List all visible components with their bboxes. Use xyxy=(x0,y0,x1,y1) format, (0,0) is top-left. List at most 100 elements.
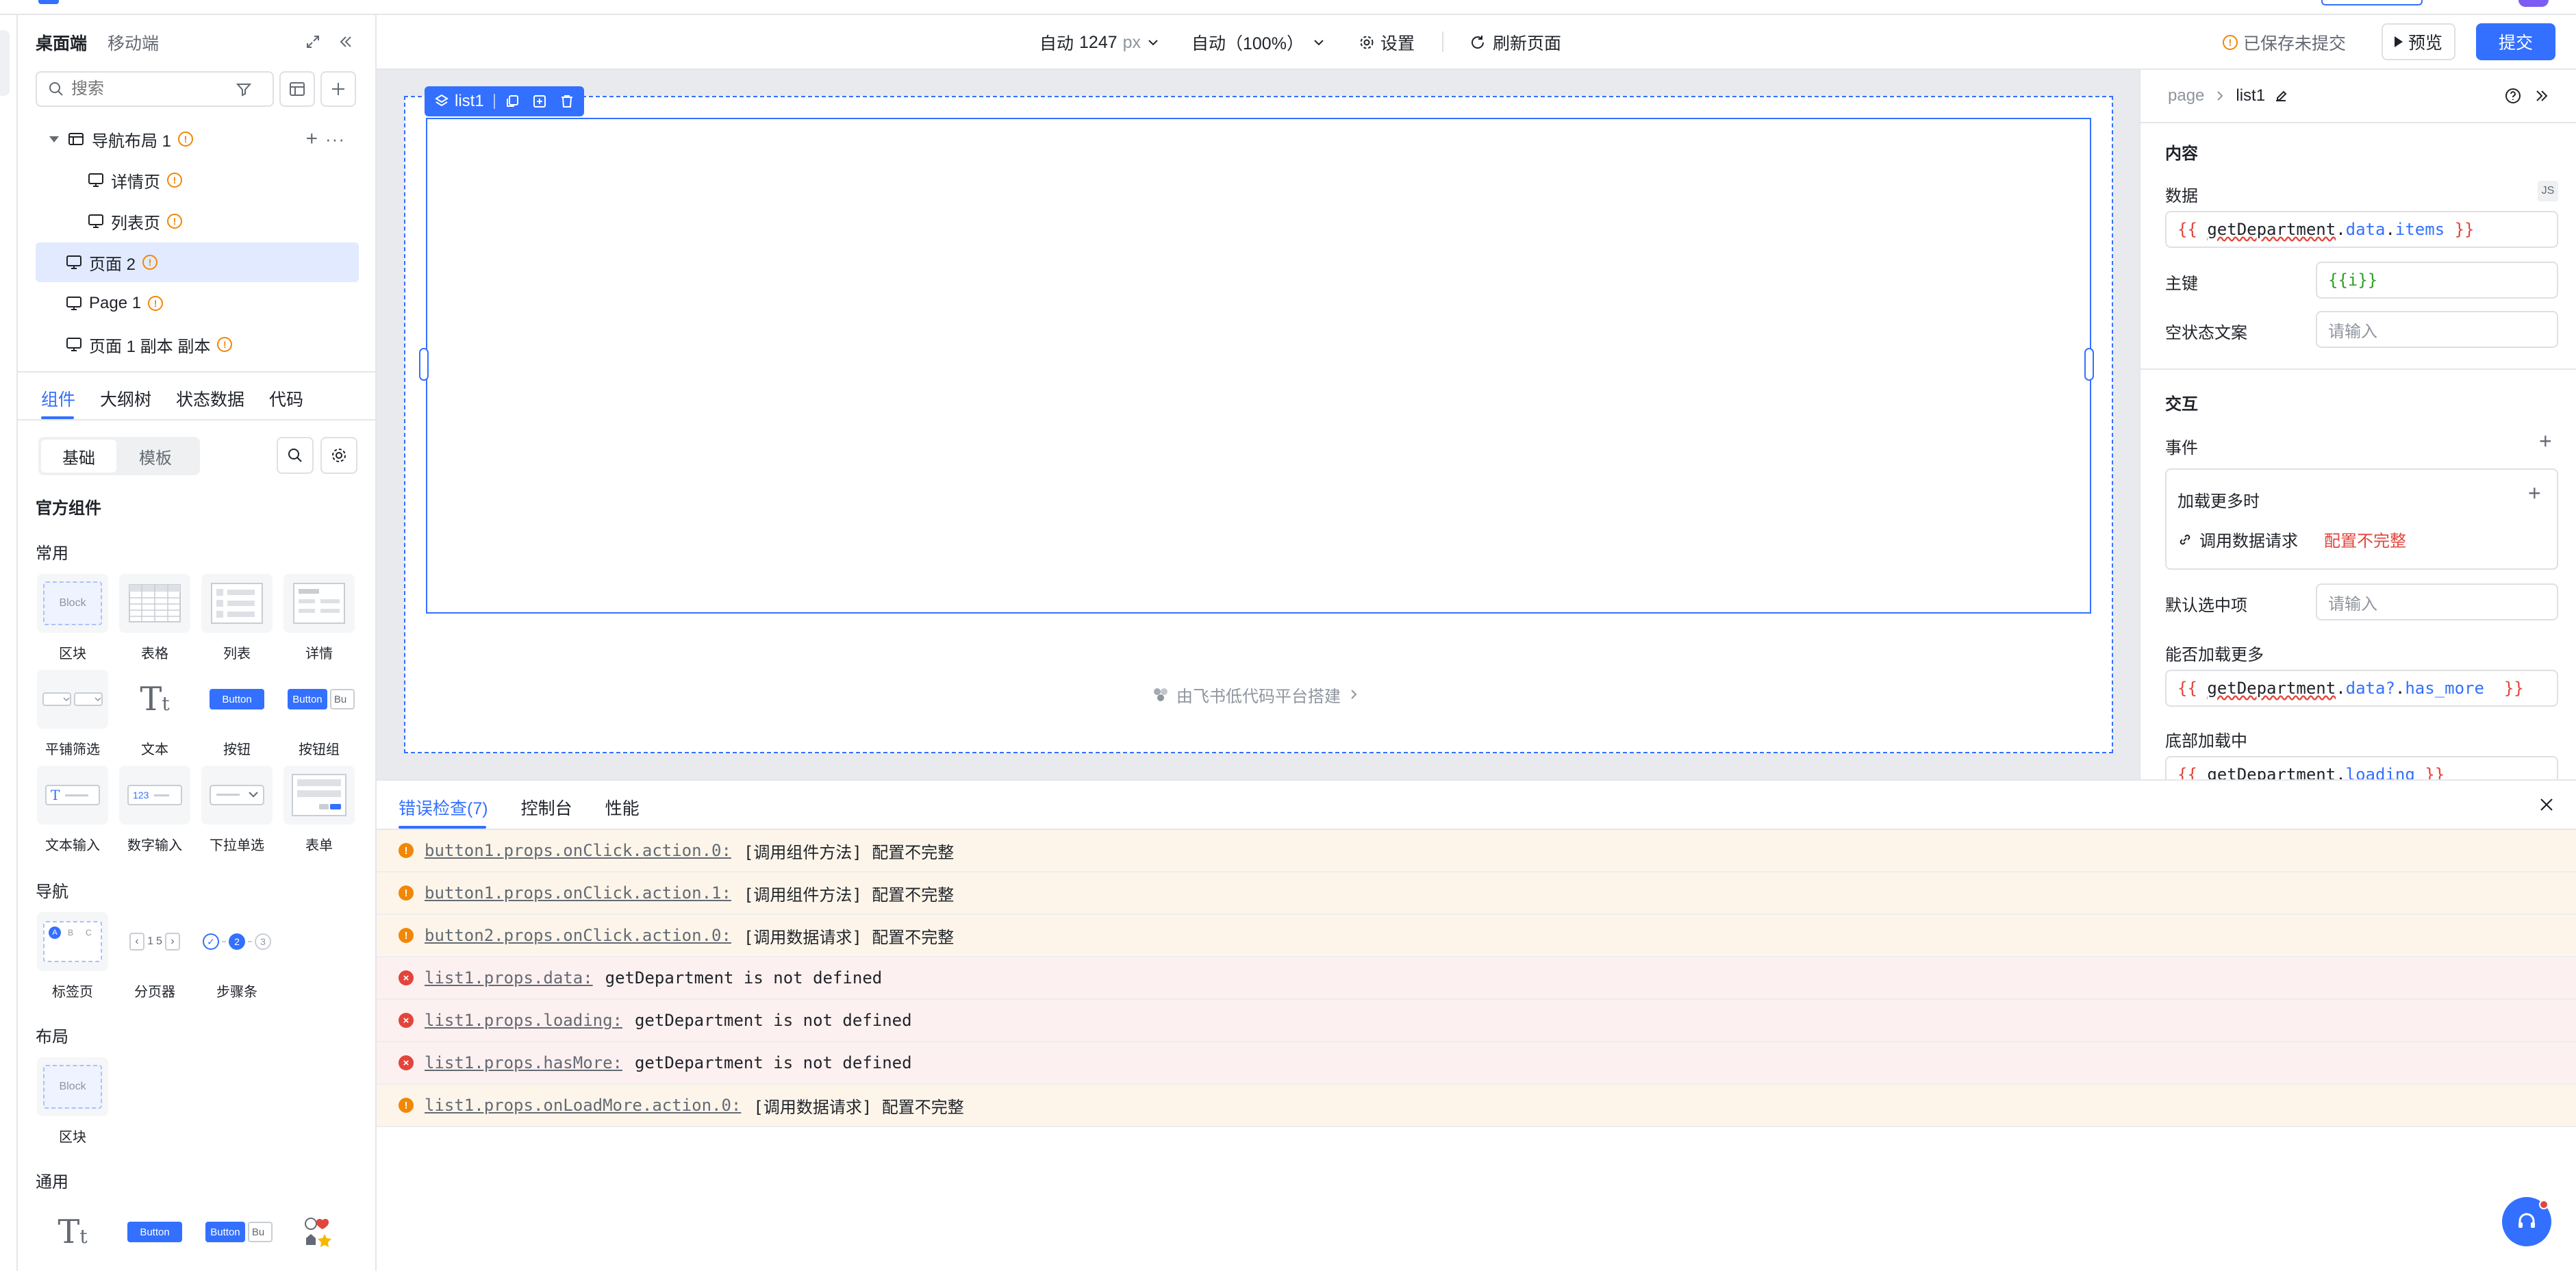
collapse-right-icon[interactable] xyxy=(2534,88,2550,104)
search-box[interactable] xyxy=(36,71,274,107)
error-path-link[interactable]: list1.props.data: xyxy=(425,968,593,987)
component-button-group[interactable]: Button Bu 按钮组 xyxy=(282,670,356,758)
refresh-page-button[interactable]: 刷新页面 xyxy=(1469,27,1561,58)
expr-brace: {{ xyxy=(2177,765,2208,779)
width-selector[interactable]: 自动 1247 px xyxy=(1039,27,1160,58)
expand-icon[interactable] xyxy=(301,30,325,53)
event-card[interactable]: 加载更多时 + 调用数据请求 配置不完整 xyxy=(2165,468,2558,570)
error-path-link[interactable]: list1.props.loading: xyxy=(425,1011,622,1030)
component-toolbar[interactable]: list1 xyxy=(425,86,584,116)
top-action-button[interactable] xyxy=(2321,0,2423,5)
page-tree-item[interactable]: Page 1 ! xyxy=(36,284,359,323)
add-event-icon[interactable]: + xyxy=(2539,429,2552,454)
component-label: 按钮组 xyxy=(299,742,340,757)
help-icon[interactable] xyxy=(2505,88,2521,104)
tab-components[interactable]: 组件 xyxy=(41,386,75,411)
page-tree-item-selected[interactable]: 页面 2 ! xyxy=(36,242,359,282)
error-path-link[interactable]: list1.props.onLoadMore.action.0: xyxy=(425,1096,741,1115)
component-general-button[interactable]: Button xyxy=(118,1203,192,1261)
component-tabs[interactable]: AB C 标签页 xyxy=(36,912,110,1001)
error-row[interactable]: × list1.props.data: getDepartment is not… xyxy=(377,957,2576,1000)
component-steps[interactable]: ✓ 2 3 步骤条 xyxy=(200,912,274,1001)
component-settings-button[interactable] xyxy=(320,437,357,474)
resize-handle-right[interactable] xyxy=(2084,348,2094,381)
page-tree-item[interactable]: 列表页 ! xyxy=(36,201,359,241)
collapse-panel-icon[interactable] xyxy=(334,30,357,53)
user-avatar[interactable] xyxy=(2518,0,2549,7)
submit-button[interactable]: 提交 xyxy=(2476,23,2555,60)
platform-credit-link[interactable]: 由飞书低代码平台搭建 xyxy=(1152,682,1360,707)
component-general-icon[interactable] xyxy=(282,1203,356,1261)
add-page-button[interactable] xyxy=(320,71,356,107)
component-button[interactable]: Button 按钮 xyxy=(200,670,274,758)
page-tree-item[interactable]: 页面 1 副本 副本 ! xyxy=(36,325,359,364)
error-row[interactable]: ! list1.props.onLoadMore.action.0: [调用数据… xyxy=(377,1085,2576,1127)
component-number-input[interactable]: 123 数字输入 xyxy=(118,766,192,854)
error-row[interactable]: × list1.props.hasMore: getDepartment is … xyxy=(377,1042,2576,1085)
page-tree-item[interactable]: 导航布局 1 ! + ··· xyxy=(36,119,359,159)
expr-brace: {{ xyxy=(2177,679,2208,698)
component-general-button-group[interactable]: Button Bu xyxy=(200,1203,274,1261)
delete-icon[interactable] xyxy=(559,94,574,109)
strip-item[interactable] xyxy=(0,30,10,96)
tab-desktop[interactable]: 桌面端 xyxy=(36,30,87,55)
error-path-link[interactable]: button1.props.onClick.action.1: xyxy=(425,883,731,903)
event-action-label[interactable]: 调用数据请求 xyxy=(2199,527,2298,551)
tab-code[interactable]: 代码 xyxy=(269,386,303,411)
tab-outline[interactable]: 大纲树 xyxy=(100,386,151,411)
error-path-link[interactable]: button1.props.onClick.action.0: xyxy=(425,841,731,860)
tab-error-check[interactable]: 错误检查(7) xyxy=(399,795,488,820)
default-selected-input[interactable]: 请输入 xyxy=(2316,583,2558,620)
data-expression-input[interactable]: {{ getDepartment. data. items }} xyxy=(2165,211,2558,248)
error-path-link[interactable]: button2.props.onClick.action.0: xyxy=(425,926,731,945)
component-select[interactable]: 下拉单选 xyxy=(200,766,274,854)
duplicate-icon[interactable] xyxy=(532,94,547,109)
resize-handle-left[interactable] xyxy=(419,348,429,381)
component-form[interactable]: 表单 xyxy=(282,766,356,854)
component-block[interactable]: Block 区块 xyxy=(36,574,110,662)
copy-icon[interactable] xyxy=(505,94,520,109)
component-table[interactable]: 表格 xyxy=(118,574,192,662)
edit-icon[interactable] xyxy=(2273,88,2288,103)
tab-console[interactable]: 控制台 xyxy=(521,795,572,820)
component-text-input[interactable]: T 文本输入 xyxy=(36,766,110,854)
component-text[interactable]: Tt 文本 xyxy=(118,670,192,758)
caret-down-icon[interactable] xyxy=(49,136,59,142)
tab-template[interactable]: 模板 xyxy=(116,440,194,473)
add-child-icon[interactable]: + xyxy=(305,127,318,151)
more-icon[interactable]: ··· xyxy=(325,129,345,150)
add-action-icon[interactable]: + xyxy=(2528,481,2541,506)
component-pagination[interactable]: ‹ 1 5 › 分页器 xyxy=(118,912,192,1001)
error-row[interactable]: × list1.props.loading: getDepartment is … xyxy=(377,1000,2576,1042)
loading-expression-input[interactable]: {{ getDepartment. loading }} xyxy=(2165,756,2558,779)
settings-button[interactable]: 设置 xyxy=(1359,27,1415,58)
error-row[interactable]: ! button1.props.onClick.action.0: [调用组件方… xyxy=(377,830,2576,872)
component-layout-block[interactable]: Block 区块 xyxy=(36,1057,110,1146)
key-input[interactable]: {{i}} xyxy=(2316,262,2558,299)
page-tree-item[interactable]: 详情页 ! xyxy=(36,160,359,200)
error-row[interactable]: ! button1.props.onClick.action.1: [调用组件方… xyxy=(377,872,2576,915)
tab-state-data[interactable]: 状态数据 xyxy=(176,386,244,411)
component-general-text[interactable]: Tt xyxy=(36,1203,110,1261)
filter-icon[interactable] xyxy=(236,81,252,97)
list1-component[interactable] xyxy=(426,118,2091,614)
component-filter[interactable]: 平铺筛选 xyxy=(36,670,110,758)
js-badge[interactable]: JS xyxy=(2538,181,2558,201)
tab-mobile[interactable]: 移动端 xyxy=(108,30,159,55)
empty-text-input[interactable]: 请输入 xyxy=(2316,311,2558,348)
error-path-link[interactable]: list1.props.hasMore: xyxy=(425,1053,622,1072)
component-search-button[interactable] xyxy=(277,437,314,474)
search-input[interactable] xyxy=(71,79,229,99)
error-row[interactable]: ! button2.props.onClick.action.0: [调用数据请… xyxy=(377,915,2576,957)
breadcrumb-page[interactable]: page xyxy=(2168,86,2204,105)
component-detail[interactable]: 详情 xyxy=(282,574,356,662)
has-more-expression-input[interactable]: {{ getDepartment. data?. has_more }} xyxy=(2165,670,2558,707)
help-chat-button[interactable] xyxy=(2502,1197,2551,1246)
page-layout-button[interactable] xyxy=(279,71,315,107)
zoom-selector[interactable]: 自动（100%） xyxy=(1191,27,1326,58)
close-icon[interactable] xyxy=(2538,796,2555,814)
tab-basic[interactable]: 基础 xyxy=(41,440,116,473)
preview-button[interactable]: 预览 xyxy=(2382,23,2455,60)
tab-performance[interactable]: 性能 xyxy=(605,795,640,820)
component-list[interactable]: 列表 xyxy=(200,574,274,662)
